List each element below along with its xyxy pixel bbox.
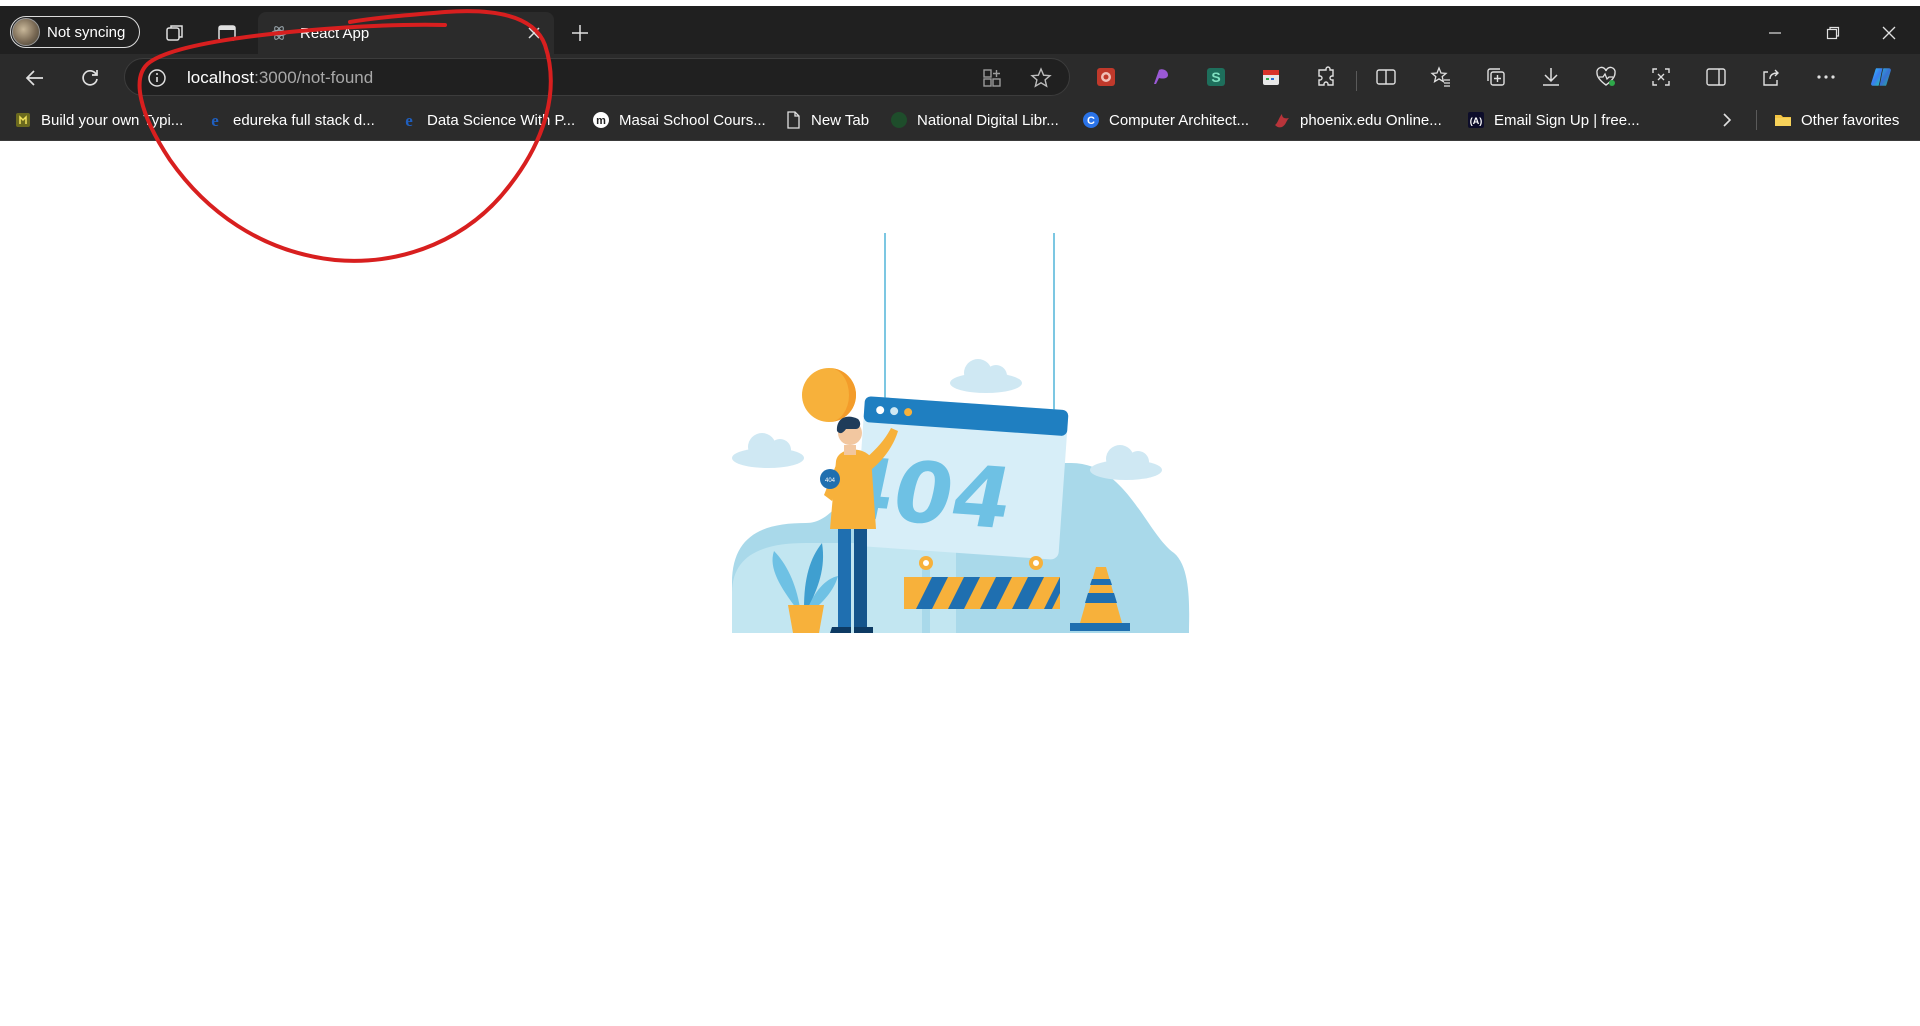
screenshot-icon[interactable]: [1649, 65, 1673, 89]
cloud-icon: [1090, 445, 1162, 480]
share-icon[interactable]: [1759, 65, 1783, 89]
svg-text:C: C: [1087, 115, 1095, 127]
minimize-icon[interactable]: [1762, 20, 1788, 46]
favorites-icon[interactable]: [1429, 65, 1453, 89]
favorites-bar: Build your own Typi... e edureka full st…: [0, 100, 1920, 141]
downloads-icon[interactable]: [1539, 65, 1563, 89]
edureka-icon: e: [211, 111, 219, 129]
url-host: localhost: [187, 68, 255, 87]
svg-text:e: e: [405, 111, 413, 129]
masai-icon: m: [593, 112, 609, 128]
profile-button[interactable]: Not syncing: [10, 16, 140, 48]
bookmark-national-digital-library[interactable]: National Digital Libr...: [890, 108, 1059, 132]
url-text[interactable]: localhost:3000/not-found: [187, 68, 373, 88]
app-available-icon[interactable]: [981, 67, 1003, 89]
bookmark-computer-architecture[interactable]: C Computer Architect...: [1082, 108, 1249, 132]
bookmark-data-science[interactable]: e Data Science With P...: [400, 108, 575, 132]
new-tab-button[interactable]: [567, 20, 593, 46]
cloud-icon: [950, 359, 1022, 393]
url-path: :3000/not-found: [254, 68, 374, 87]
folder-icon: [1775, 115, 1791, 126]
react-icon: [271, 26, 287, 40]
more-menu-icon[interactable]: [1814, 65, 1838, 89]
bookmark-label: Build your own Typi...: [41, 111, 184, 129]
email-signup-icon: (A): [1468, 112, 1484, 128]
extension-s-icon[interactable]: S: [1204, 65, 1228, 89]
bookmark-edureka-fullstack[interactable]: e edureka full stack d...: [206, 108, 375, 132]
split-screen-icon[interactable]: [1374, 65, 1398, 89]
back-icon[interactable]: [22, 65, 48, 91]
address-bar[interactable]: localhost:3000/not-found: [124, 58, 1070, 96]
other-favorites-folder[interactable]: Other favorites: [1774, 108, 1899, 132]
svg-text:(A): (A): [1470, 116, 1483, 126]
phoenix-icon: [1275, 114, 1289, 128]
ndl-icon: [891, 112, 907, 128]
bookmark-label: Computer Architect...: [1109, 111, 1250, 129]
browser-essentials-icon[interactable]: [1594, 65, 1618, 89]
profile-label: Not syncing: [47, 23, 126, 41]
copilot-icon[interactable]: [1869, 65, 1893, 89]
bookmark-typing-app[interactable]: Build your own Typi...: [14, 108, 183, 132]
bookmark-phoenix[interactable]: phoenix.edu Online...: [1273, 108, 1442, 132]
workspaces-icon[interactable]: [164, 22, 186, 44]
bookmark-label: New Tab: [811, 111, 870, 129]
refresh-icon[interactable]: [77, 65, 103, 91]
bookmark-masai-school[interactable]: m Masai School Cours...: [592, 108, 766, 132]
bookmark-label: Masai School Cours...: [619, 111, 766, 129]
bookmark-label: Email Sign Up | free...: [1494, 111, 1640, 129]
tab-title: React App: [300, 24, 370, 42]
favorites-divider: [1756, 110, 1757, 130]
not-found-illustration: 404 404: [732, 233, 1190, 633]
collections-icon[interactable]: [1484, 65, 1508, 89]
extension-purple-icon[interactable]: [1149, 65, 1173, 89]
navigation-toolbar: localhost:3000/not-found S: [0, 54, 1920, 100]
close-tab-icon[interactable]: [524, 23, 544, 43]
favorite-star-icon[interactable]: [1030, 67, 1052, 89]
bookmark-email-signup[interactable]: (A) Email Sign Up | free...: [1467, 108, 1640, 132]
svg-text:S: S: [1211, 69, 1220, 85]
svg-text:e: e: [211, 111, 219, 129]
bookmark-label: Data Science With P...: [427, 111, 576, 129]
avatar: [12, 18, 40, 46]
tab-bar: Not syncing React App: [0, 6, 1920, 54]
bookmark-label: National Digital Libr...: [917, 111, 1059, 129]
coursera-icon: C: [1083, 112, 1099, 128]
close-window-icon[interactable]: [1876, 20, 1902, 46]
active-tab[interactable]: React App: [258, 12, 554, 54]
sidebar-icon[interactable]: [1704, 65, 1728, 89]
bookmark-label: phoenix.edu Online...: [1300, 111, 1442, 129]
extensions-puzzle-icon[interactable]: [1314, 65, 1338, 89]
extension-calendar-icon[interactable]: [1259, 65, 1283, 89]
extension-red-icon[interactable]: [1094, 65, 1118, 89]
site-info-icon[interactable]: [147, 68, 167, 88]
bookmark-favicon-icon: [16, 113, 30, 127]
edureka-icon: e: [405, 111, 413, 129]
svg-text:m: m: [596, 115, 606, 127]
bookmark-new-tab[interactable]: New Tab: [784, 108, 869, 132]
svg-text:404: 404: [825, 478, 836, 484]
bookmark-label: edureka full stack d...: [233, 111, 375, 129]
restore-icon[interactable]: [1820, 20, 1846, 46]
tab-actions-icon[interactable]: [216, 22, 238, 44]
toolbar-separator: [1356, 71, 1357, 91]
chevron-right-icon[interactable]: [1717, 110, 1737, 130]
cloud-icon: [732, 433, 804, 468]
page-icon: [787, 111, 800, 129]
other-favorites-label: Other favorites: [1801, 111, 1900, 129]
